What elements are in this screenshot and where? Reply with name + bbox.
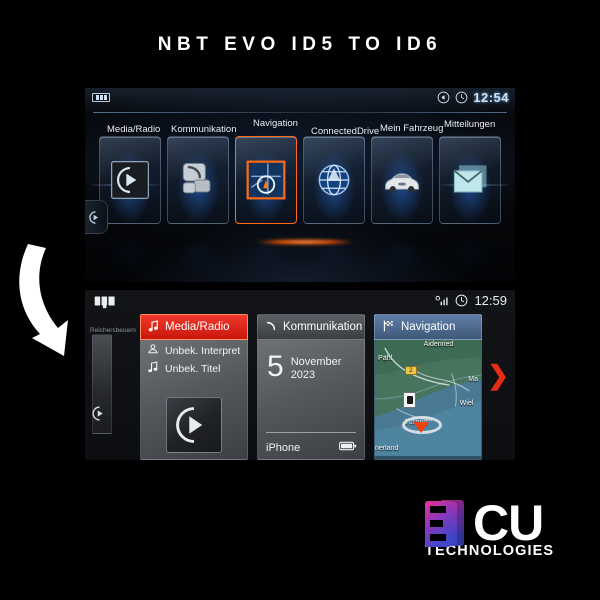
phone-device-row: iPhone bbox=[266, 441, 357, 454]
media-play-circle-icon bbox=[111, 161, 149, 199]
header-divider bbox=[93, 112, 507, 113]
id6-clock-time: 12:59 bbox=[474, 293, 507, 308]
id5-tile-navigation[interactable] bbox=[235, 136, 297, 224]
media-radio-body: Unbek. Interpret Unbek. Titel bbox=[140, 340, 248, 460]
selection-glow bbox=[235, 238, 375, 246]
map-label-ma: Ma bbox=[468, 375, 478, 383]
media-artist-label: Unbek. Interpret bbox=[165, 344, 241, 357]
id5-tile-media-radio[interactable] bbox=[99, 136, 161, 224]
clock-icon bbox=[456, 294, 468, 307]
navigation-body[interactable]: Aidenried Pähl Ma Wiel Tutzing nerland 2 bbox=[374, 340, 482, 460]
media-play-circle-icon bbox=[91, 405, 108, 427]
fuel-station-icon bbox=[403, 392, 416, 408]
media-title-label: Unbek. Titel bbox=[165, 362, 221, 375]
id5-tile-connecteddrive[interactable] bbox=[303, 136, 365, 224]
next-page-chevron-icon[interactable]: ❯ bbox=[487, 362, 509, 388]
media-row-artist: Unbek. Interpret bbox=[141, 340, 247, 358]
id5-label-komm[interactable]: Kommunikation bbox=[171, 124, 236, 135]
id5-clock-time: 12:54 bbox=[473, 90, 509, 105]
ecu-logo-mark-icon bbox=[424, 498, 471, 550]
tile-reflection bbox=[99, 228, 501, 274]
music-note-icon bbox=[148, 319, 159, 335]
navigation-header-label: Navigation bbox=[401, 321, 456, 333]
divider bbox=[266, 432, 356, 433]
id5-label-mitteil[interactable]: Mitteilungen bbox=[444, 119, 495, 130]
curved-down-arrow-icon bbox=[19, 244, 68, 356]
id6-tile-navigation[interactable]: Navigation Reichersbeuern Aidenried Pähl bbox=[90, 314, 482, 460]
date-month: November bbox=[290, 356, 342, 368]
play-circle-icon[interactable] bbox=[166, 397, 222, 453]
road-number-badge: 2 bbox=[405, 366, 417, 375]
ecu-logo-word: CU bbox=[473, 495, 544, 551]
id5-label-media[interactable]: Media/Radio bbox=[107, 124, 160, 135]
date-day: 5 bbox=[267, 350, 284, 383]
kommunikation-header[interactable]: Kommunikation bbox=[257, 314, 365, 340]
artist-person-icon bbox=[147, 343, 159, 358]
clock-icon bbox=[455, 91, 468, 104]
id5-menu-labels: Media/Radio Kommunikation Navigation Con… bbox=[99, 118, 501, 138]
id5-left-media-nub[interactable] bbox=[85, 200, 108, 234]
menu-grid-icon[interactable] bbox=[92, 93, 110, 102]
phone-chat-icon bbox=[182, 163, 211, 194]
id6-tile-media-radio[interactable]: Media/Radio Unbek. Interpret Unbek. Tite… bbox=[140, 314, 248, 460]
id5-tile-kommunikation[interactable] bbox=[167, 136, 229, 224]
date-display: 5 November 2023 bbox=[258, 340, 364, 383]
map-label-wiel: Wiel bbox=[459, 399, 474, 407]
id5-screen: 12:54 Media/Radio Kommunikation Navigati… bbox=[85, 88, 515, 282]
id6-tile-strip: Media/Radio Unbek. Interpret Unbek. Tite… bbox=[85, 314, 515, 460]
id5-tile-mein-fahrzeug[interactable] bbox=[371, 136, 433, 224]
device-name-label: iPhone bbox=[266, 441, 301, 454]
car-icon bbox=[385, 173, 419, 193]
signal-bars-icon bbox=[435, 295, 449, 305]
id5-label-fahrzeug[interactable]: Mein Fahrzeug bbox=[380, 123, 443, 134]
kommunikation-body: 5 November 2023 iPhone bbox=[257, 340, 365, 460]
navigation-header[interactable]: Navigation Reichersbeuern bbox=[90, 314, 482, 340]
date-year: 2023 bbox=[290, 369, 316, 382]
id5-tile-mitteilungen[interactable] bbox=[439, 136, 501, 224]
id6-tile-kommunikation[interactable]: Kommunikation 5 November 2023 iPhone bbox=[257, 314, 365, 460]
navigation-map-icon bbox=[246, 160, 286, 200]
battery-full-icon bbox=[339, 441, 357, 454]
vehicle-position-arrow-icon bbox=[413, 422, 429, 433]
media-row-title: Unbek. Titel bbox=[141, 358, 247, 376]
id5-menu-tiles bbox=[99, 136, 501, 224]
envelope-icon bbox=[453, 165, 487, 193]
id5-status-bar: 12:54 bbox=[437, 90, 509, 105]
map-label-nerland: nerland bbox=[375, 444, 399, 452]
page-title: NBT EVO ID5 TO ID6 bbox=[157, 34, 443, 55]
map-label-paehl: Pähl bbox=[378, 355, 393, 363]
checkered-flag-icon bbox=[382, 319, 395, 335]
media-play-circle-icon bbox=[89, 210, 98, 224]
id6-screen: 12:59 Media/Radio Unbek. Interpret Unbek… bbox=[85, 290, 515, 460]
music-note-icon bbox=[147, 361, 159, 376]
globe-icon bbox=[318, 164, 350, 196]
phone-handset-icon bbox=[265, 320, 277, 335]
speaker-mute-icon bbox=[437, 91, 450, 104]
kommunikation-header-label: Kommunikation bbox=[283, 321, 363, 333]
id6-status-bar: 12:59 bbox=[435, 293, 507, 308]
media-radio-header[interactable]: Media/Radio bbox=[140, 314, 248, 340]
media-radio-header-label: Media/Radio bbox=[165, 321, 230, 333]
map-label-aidenried: Aidenried bbox=[423, 341, 454, 349]
ecu-technologies-logo: CU TECHNOLOGIES bbox=[424, 496, 589, 571]
id5-label-nav[interactable]: Navigation bbox=[253, 118, 298, 129]
